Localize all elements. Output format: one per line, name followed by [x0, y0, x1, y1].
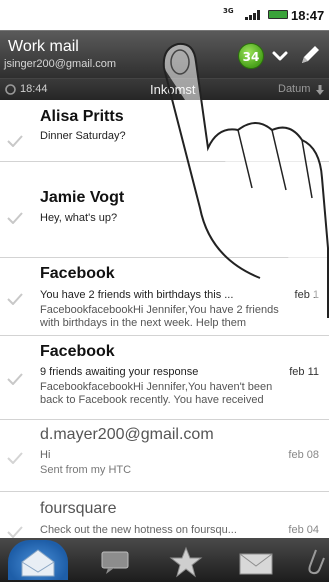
email-preview: FacebookfacebookHi Jennifer,You have 2 f… [40, 304, 279, 329]
email-list[interactable]: Alisa Pritts Dinner Saturday? Jamie Vogt… [0, 100, 329, 538]
email-subject: 9 friends awaiting your response [40, 366, 199, 378]
email-item[interactable]: d.mayer200@gmail.com Hi feb 08 Sent from… [0, 420, 329, 492]
tab-conversations[interactable] [86, 540, 146, 580]
tab-favorites[interactable] [156, 540, 216, 580]
folder-name[interactable]: Inkomst [150, 82, 196, 97]
email-subject: Hi [40, 449, 51, 461]
email-preview: Sent from my HTC [40, 464, 132, 476]
email-date: feb 04 [288, 524, 319, 536]
email-subject: You have 2 friends with birthdays this .… [40, 289, 234, 301]
account-email: jsinger200@gmail.com [4, 58, 117, 70]
status-clock: 18:47 [291, 8, 325, 23]
compose-icon[interactable] [298, 43, 322, 67]
battery-icon [268, 10, 288, 19]
email-date: feb 08 [288, 449, 319, 461]
checkbox-icon[interactable] [7, 135, 23, 147]
tab-more[interactable] [296, 540, 329, 580]
email-subject: Check out the new hotness on foursqu... [40, 524, 237, 536]
checkbox-icon[interactable] [7, 452, 23, 464]
checkbox-icon[interactable] [7, 293, 23, 305]
envelope-open-icon [21, 549, 55, 577]
email-sender: Alisa Pritts [40, 108, 124, 125]
email-subject: Hey, what's up? [40, 212, 118, 224]
tab-inbox[interactable] [8, 540, 68, 580]
email-item[interactable]: Alisa Pritts Dinner Saturday? [0, 100, 329, 162]
email-date: feb 11 [289, 366, 319, 378]
star-icon [169, 546, 203, 578]
email-sender: Jamie Vogt [40, 189, 125, 206]
sync-sort-bar: 18:44 Inkomst Datum [0, 78, 329, 100]
sync-icon[interactable] [4, 83, 17, 96]
status-bar: 3G 18:47 [0, 0, 329, 30]
email-sender: foursquare [40, 500, 117, 517]
email-item[interactable]: Facebook 9 friends awaiting your respons… [0, 336, 329, 420]
email-sender: d.mayer200@gmail.com [40, 426, 214, 443]
unread-count-badge: 34 [238, 43, 264, 69]
account-header[interactable]: Work mail jsinger200@gmail.com 34 [0, 30, 329, 78]
signal-icon [245, 10, 260, 20]
account-name[interactable]: Work mail [8, 38, 79, 56]
email-item[interactable]: Facebook You have 2 friends with birthda… [0, 258, 329, 336]
email-sender: Facebook [40, 265, 115, 282]
email-item[interactable]: foursquare Check out the new hotness on … [0, 492, 329, 538]
email-preview: FacebookfacebookHi Jennifer,You haven't … [40, 381, 273, 406]
email-date: feb 1 [294, 289, 319, 301]
network-type: 3G [223, 7, 234, 15]
chevron-down-icon[interactable] [270, 46, 290, 66]
sort-arrow-icon[interactable] [316, 85, 324, 95]
checkbox-icon[interactable] [7, 212, 23, 224]
envelope-icon [239, 553, 273, 575]
sort-option[interactable]: Datum [278, 83, 310, 95]
email-item[interactable]: Jamie Vogt Hey, what's up? [0, 162, 329, 258]
email-subject: Dinner Saturday? [40, 130, 126, 142]
checkbox-icon[interactable] [7, 373, 23, 385]
last-sync-time: 18:44 [20, 83, 48, 95]
checkbox-icon[interactable] [7, 526, 23, 538]
paperclip-icon [308, 549, 325, 575]
tab-unread[interactable] [226, 540, 286, 580]
chat-bubbles-icon [101, 551, 129, 574]
email-sender: Facebook [40, 343, 115, 360]
bottom-tab-bar [0, 538, 329, 582]
